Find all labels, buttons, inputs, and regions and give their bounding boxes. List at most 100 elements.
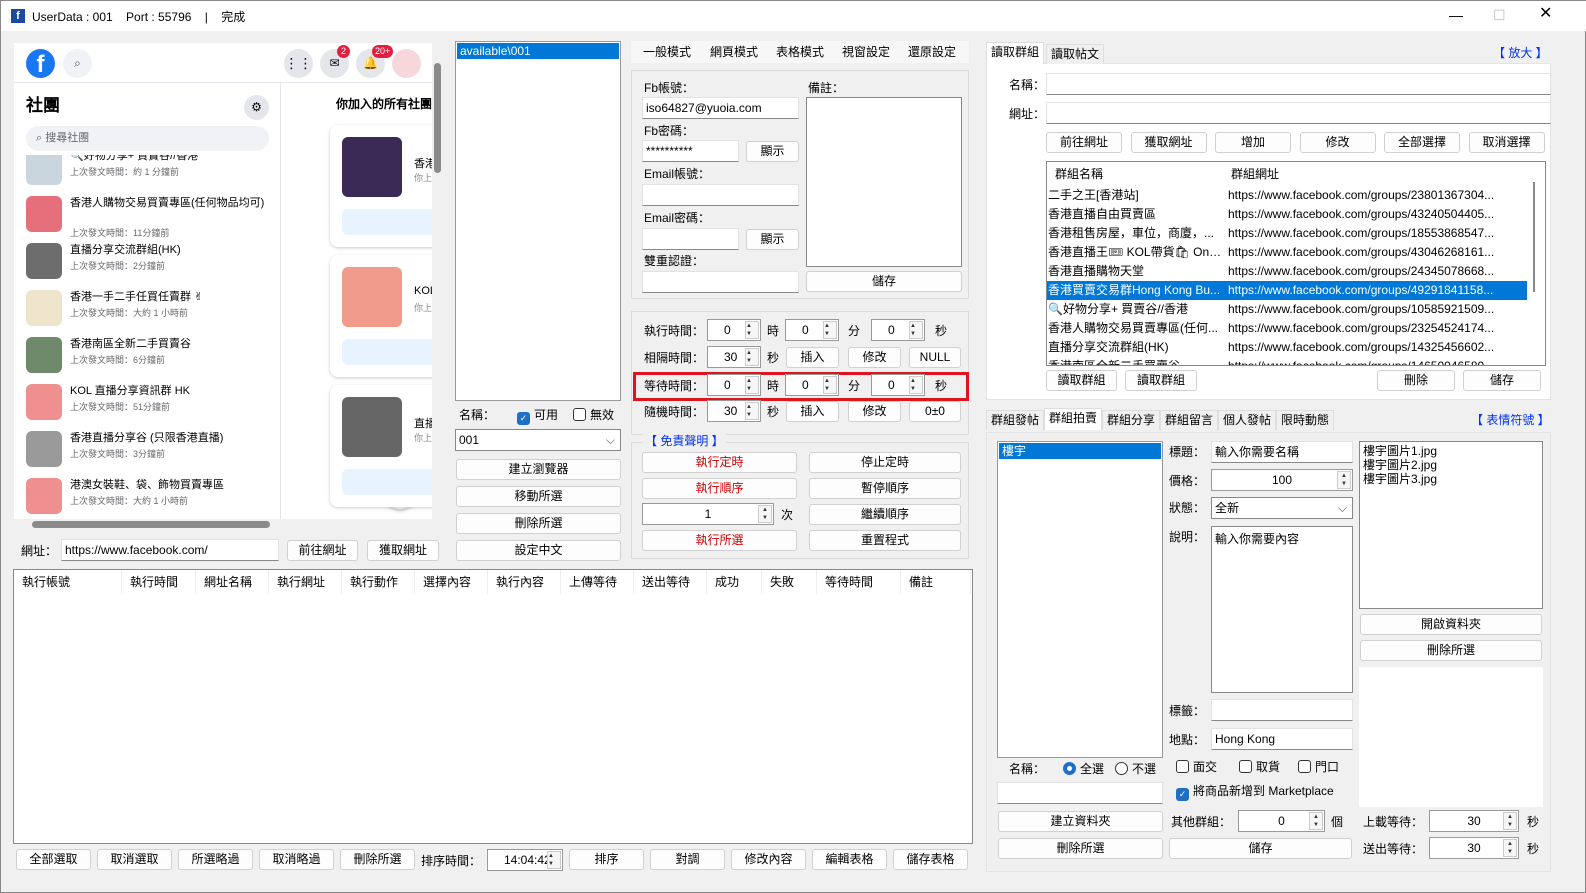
pickup-checkbox[interactable]: 取貨 bbox=[1239, 759, 1280, 775]
exec-time-minute-arrows[interactable]: ▲ ▼ bbox=[823, 321, 837, 339]
location-input[interactable]: Hong Kong bbox=[1211, 728, 1353, 750]
group-card[interactable]: 直播 你上 bbox=[330, 385, 432, 507]
url-input[interactable]: https://www.facebook.com/ bbox=[61, 539, 279, 561]
mode-table[interactable]: 表格模式 bbox=[776, 44, 824, 60]
group-row[interactable]: 香港人購物交易買賣專區(任何... https://www.facebook.co… bbox=[1047, 319, 1527, 338]
group-card[interactable]: 香港 你上 bbox=[330, 125, 432, 247]
group-url-input[interactable] bbox=[1046, 102, 1551, 124]
show-email-password-button[interactable]: 顯示 bbox=[746, 229, 799, 250]
interval-time-null-button[interactable]: NULL bbox=[909, 347, 961, 368]
read-groups-button-2[interactable]: 讀取群組 bbox=[1125, 370, 1197, 391]
group-list[interactable]: 群組名稱 群組網址 二手之王[香港站] https://www.facebook.c… bbox=[1046, 161, 1546, 366]
fb-group-item[interactable]: 香港一手二手任買任賣群 ✌ 上次發文時間：大約 1 小時前 bbox=[26, 288, 281, 334]
minimize-button[interactable]: — bbox=[1449, 7, 1463, 23]
tab-read-groups[interactable]: 讀取群組 bbox=[986, 42, 1045, 64]
continue-sequence-button[interactable]: 繼續順序 bbox=[809, 504, 961, 525]
disclaimer-link[interactable]: 【 免責聲明 】 bbox=[643, 433, 726, 449]
create-browser-button[interactable]: 建立瀏覽器 bbox=[456, 459, 621, 480]
post-tab[interactable]: 群組留言 bbox=[1160, 410, 1219, 430]
group-action-button[interactable]: 增加 bbox=[1215, 132, 1291, 153]
fb-password-input[interactable]: ********** bbox=[642, 140, 739, 162]
invalid-checkbox[interactable]: 無效 bbox=[573, 407, 614, 423]
browser-vscrollbar[interactable] bbox=[432, 43, 444, 519]
other-groups-stepper[interactable]: 0 ▲ ▼ bbox=[1238, 810, 1325, 832]
random-time-stepper-arrows[interactable]: ▲ ▼ bbox=[745, 402, 759, 420]
send-wait-stepper[interactable]: 30 ▲ ▼ bbox=[1429, 837, 1519, 859]
group-row[interactable]: 🔍好物分享+ 買賣谷//香港 https://www.facebook.com/g… bbox=[1047, 300, 1527, 319]
log-column-header[interactable]: 送出等待 bbox=[634, 570, 707, 594]
log-column-header[interactable]: 備註 bbox=[901, 570, 971, 594]
mode-web[interactable]: 網頁模式 bbox=[710, 44, 758, 60]
log-column-header[interactable]: 上傳等待 bbox=[561, 570, 634, 594]
run-selected-button[interactable]: 執行所選 bbox=[642, 530, 797, 551]
move-selected-button[interactable]: 移動所選 bbox=[456, 486, 621, 507]
group-action-button[interactable]: 全部選擇 bbox=[1384, 132, 1460, 153]
random-time-modify-button[interactable]: 修改 bbox=[848, 401, 901, 422]
pause-sequence-button[interactable]: 暫停順序 bbox=[809, 478, 961, 499]
mode-general[interactable]: 一般模式 bbox=[643, 44, 691, 60]
group-name-input[interactable] bbox=[1046, 73, 1551, 95]
interval-time-stepper-arrows[interactable]: ▲ ▼ bbox=[745, 348, 759, 366]
log-table-button[interactable]: 修改內容 bbox=[731, 849, 806, 870]
facebook-logo-icon[interactable]: f bbox=[26, 49, 55, 78]
post-tab[interactable]: 群組拍賣 bbox=[1044, 408, 1103, 430]
fb-group-item[interactable]: 香港南區全新二手買賣谷 上次發文時間：6分鐘前 bbox=[26, 335, 281, 381]
avatar[interactable] bbox=[392, 49, 421, 78]
log-column-header[interactable]: 執行帳號 bbox=[14, 570, 122, 594]
random-time-pm-button[interactable]: 0±0 bbox=[909, 401, 961, 422]
log-table[interactable]: 執行帳號 執行時間 網址名稱 執行網址 執行動作 選擇內容 執行內容 上傳等待 送出等待 成功 失敗… bbox=[13, 569, 973, 844]
group-action-button[interactable]: 前往網址 bbox=[1046, 132, 1122, 153]
log-column-header[interactable]: 執行內容 bbox=[488, 570, 561, 594]
log-column-header[interactable]: 成功 bbox=[707, 570, 762, 594]
wait-time-minute-arrows[interactable]: ▲ ▼ bbox=[823, 376, 837, 394]
group-list-scrollbar[interactable] bbox=[1533, 182, 1535, 292]
interval-time-stepper[interactable]: 30 ▲ ▼ bbox=[707, 346, 761, 368]
delete-group-button[interactable]: 刪除 bbox=[1377, 370, 1455, 391]
group-row[interactable]: 香港租售房屋，車位，商廈，... https://www.facebook.com… bbox=[1047, 224, 1527, 243]
status-select[interactable]: 全新 ⌵ bbox=[1211, 497, 1353, 519]
close-button[interactable]: ✕ bbox=[1539, 6, 1552, 22]
exec-time-hour-arrows[interactable]: ▲ ▼ bbox=[745, 321, 759, 339]
sort-time-stepper[interactable]: 14:04:42 ▲ ▼ bbox=[487, 849, 563, 871]
group-card[interactable]: KOL 你上 bbox=[330, 255, 432, 377]
wait-time-hour-arrows[interactable]: ▲ ▼ bbox=[745, 376, 759, 394]
upload-wait-stepper[interactable]: 30 ▲ ▼ bbox=[1429, 810, 1519, 832]
col-group-url[interactable]: 群組網址 bbox=[1223, 162, 1279, 186]
post-tab[interactable]: 限時動態 bbox=[1276, 410, 1335, 430]
create-folder-button[interactable]: 建立資料夾 bbox=[998, 811, 1163, 832]
sort-time-stepper-arrows[interactable]: ▲ ▼ bbox=[547, 851, 561, 869]
emoji-link[interactable]: 【 表情符號 】 bbox=[1471, 412, 1550, 428]
log-column-header[interactable]: 選擇內容 bbox=[415, 570, 488, 594]
group-row[interactable]: 香港買賣交易群Hong Kong Bu... https://www.facebo… bbox=[1047, 281, 1527, 300]
log-action-button[interactable]: 全部選取 bbox=[16, 849, 91, 870]
email-input[interactable] bbox=[642, 184, 799, 206]
log-action-button[interactable]: 取消略過 bbox=[259, 849, 334, 870]
description-textarea[interactable]: 輸入你需要內容 bbox=[1211, 526, 1353, 693]
group-row[interactable]: 直播分享交流群組(HK) https://www.facebook.com/gro… bbox=[1047, 338, 1527, 357]
image-file-item[interactable]: 樓宇圖片3.jpg bbox=[1363, 472, 1539, 486]
group-card-button[interactable] bbox=[342, 469, 432, 495]
wait-time-minute[interactable]: 0 ▲ ▼ bbox=[785, 374, 839, 396]
run-sequence-button[interactable]: 執行順序 bbox=[642, 478, 797, 499]
group-search-input[interactable]: ⌕ 搜尋社團 bbox=[26, 126, 269, 151]
browser-hscrollbar[interactable] bbox=[14, 519, 432, 531]
fb-group-item[interactable]: 直播分享交流群組(HK) 上次發文時間：2分鐘前 bbox=[26, 241, 281, 287]
post-tab[interactable]: 群組發帖 bbox=[986, 410, 1045, 430]
col-group-name[interactable]: 群組名稱 bbox=[1055, 162, 1223, 186]
marketplace-checkbox[interactable]: ✓ 將商品新增到 Marketplace bbox=[1176, 783, 1334, 801]
log-column-header[interactable]: 等待時間 bbox=[817, 570, 901, 594]
fb-group-item[interactable]: 🔍好物分享+ 買賣谷//香港 上次發文時間：約 1 分鐘前 bbox=[26, 155, 281, 193]
group-card-button[interactable] bbox=[342, 339, 432, 365]
group-row[interactable]: 香港直播王🎟 KOL帶貨🛍 Onli... https://www.faceboo… bbox=[1047, 243, 1527, 262]
maximize-button[interactable]: ☐ bbox=[1493, 7, 1506, 23]
log-table-button[interactable]: 編輯表格 bbox=[812, 849, 887, 870]
image-file-item[interactable]: 樓宇圖片2.jpg bbox=[1363, 458, 1539, 472]
wait-time-second[interactable]: 0 ▲ ▼ bbox=[871, 374, 925, 396]
fb-group-item[interactable]: KOL 直播分享資訊群 HK 上次發文時間：51分鐘前 bbox=[26, 382, 281, 428]
show-fb-password-button[interactable]: 顯示 bbox=[746, 141, 799, 162]
save-post-button[interactable]: 儲存 bbox=[1169, 838, 1352, 859]
folder-list-item[interactable]: 樓宇 bbox=[999, 443, 1161, 459]
mode-window-settings[interactable]: 視窗設定 bbox=[842, 44, 890, 60]
interval-time-insert-button[interactable]: 插入 bbox=[786, 347, 839, 368]
log-column-header[interactable]: 執行網址 bbox=[269, 570, 342, 594]
